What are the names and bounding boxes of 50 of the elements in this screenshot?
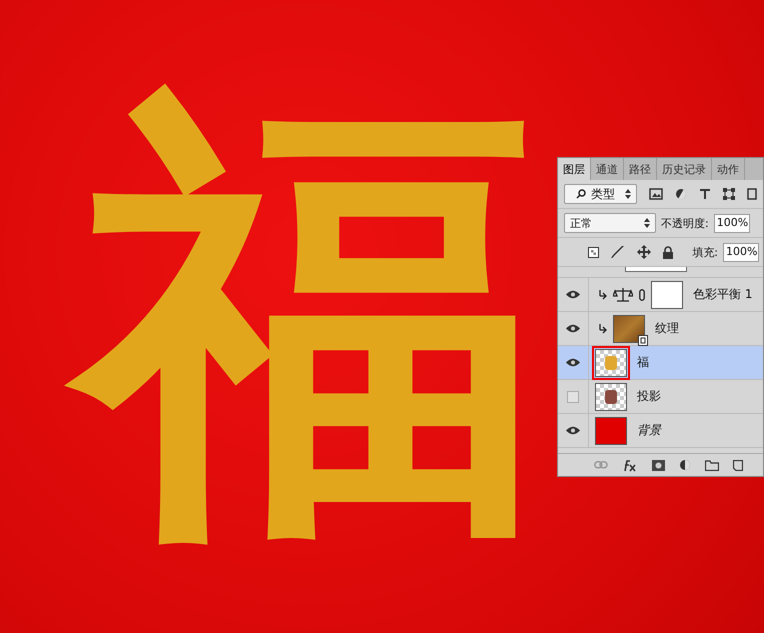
stepper-icon (644, 218, 650, 228)
lock-icon[interactable] (663, 246, 673, 258)
eye-icon[interactable] (566, 324, 580, 333)
half-circle-icon[interactable] (679, 459, 691, 471)
smart-object-icon (638, 334, 648, 346)
blend-mode-dropdown[interactable]: 正常 (564, 213, 656, 233)
panel-tab[interactable]: 历史记录 (657, 158, 712, 180)
move-icon[interactable] (637, 245, 651, 259)
opacity-label: 不透明度: (661, 216, 709, 230)
search-icon (576, 189, 586, 199)
balance-scale-icon (613, 288, 633, 302)
layer-name: 福 (637, 354, 649, 371)
eye-icon[interactable] (566, 426, 580, 435)
visibility-checkbox[interactable] (567, 390, 579, 402)
layer-row[interactable]: 福 (558, 346, 763, 380)
layer-thumbnail (595, 382, 627, 410)
layer-name: 纹理 (655, 320, 679, 337)
panel-tab[interactable]: 路径 (624, 158, 657, 180)
document-icon[interactable] (747, 188, 758, 200)
image-icon[interactable] (649, 188, 664, 200)
layer-name: 背景 (637, 422, 661, 439)
fx-icon[interactable] (622, 458, 638, 472)
type-icon[interactable] (699, 188, 712, 200)
layer-thumbnail (625, 267, 687, 272)
opacity-field[interactable]: 100% (714, 214, 750, 232)
layer-row[interactable]: 投影 (558, 380, 763, 414)
layer-thumbnail (595, 416, 627, 444)
folder-icon[interactable] (705, 460, 719, 470)
panel-tab[interactable]: 动作 (712, 158, 745, 180)
panel-tab[interactable]: 通道 (591, 158, 624, 180)
half-circle-icon[interactable] (675, 188, 688, 200)
transform-icon[interactable] (723, 188, 736, 200)
filter-dropdown[interactable]: 类型 (564, 184, 638, 204)
layer-row[interactable]: 背景 (558, 414, 763, 448)
chain-link-icon (639, 288, 645, 300)
fill-label: 填充: (692, 244, 718, 260)
mask-icon[interactable] (652, 460, 665, 470)
brush-icon[interactable] (611, 245, 625, 259)
eye-icon[interactable] (566, 290, 580, 299)
eye-icon[interactable] (566, 358, 580, 367)
checker-icon[interactable] (588, 246, 599, 258)
layer-row[interactable]: 色彩平衡 1 (558, 278, 763, 312)
panel-tab[interactable]: 图层 (558, 158, 591, 180)
layer-mask-thumbnail (651, 280, 683, 308)
fill-field[interactable]: 100% (723, 242, 759, 262)
calligraphy-character: 福 (60, 40, 540, 590)
layer-name: 投影 (637, 388, 661, 405)
layer-name: 色彩平衡 1 (693, 286, 752, 303)
stepper-icon (625, 189, 632, 199)
new-layer-icon[interactable] (733, 460, 743, 470)
